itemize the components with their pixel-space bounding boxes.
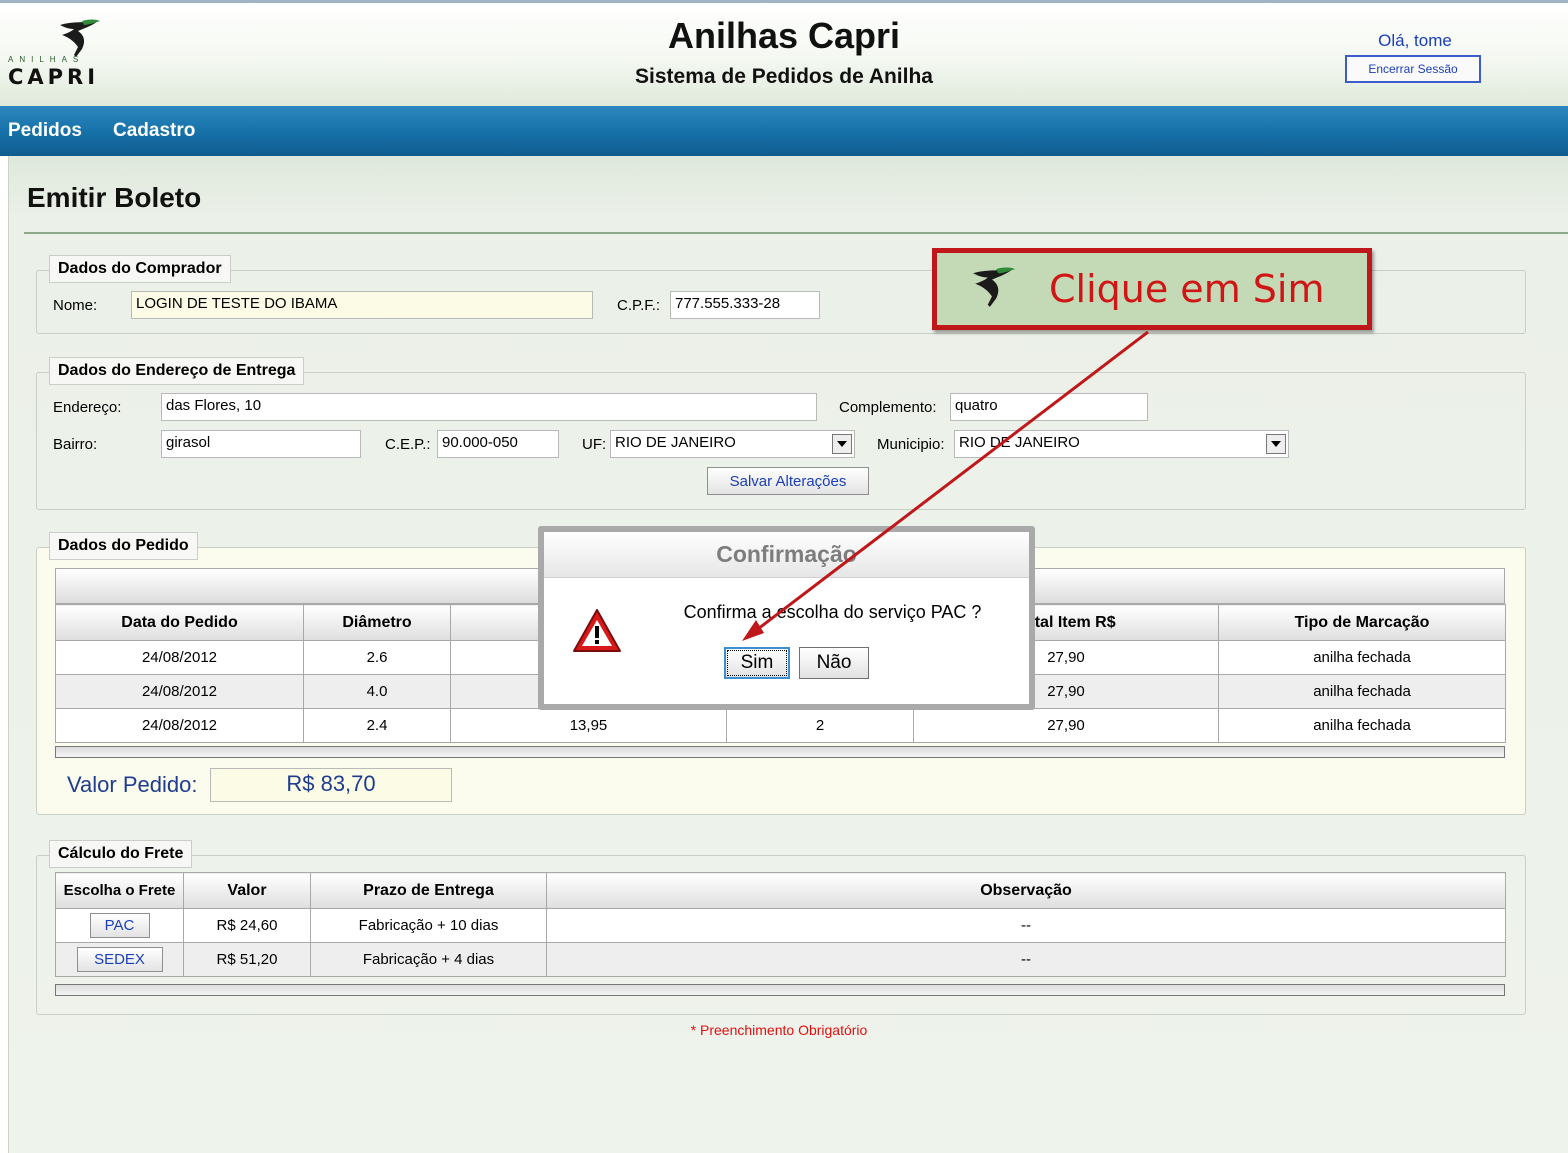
- callout-text: Clique em Sim: [1049, 267, 1325, 311]
- table-cell: anilha fechada: [1218, 640, 1506, 675]
- table-row: PAC R$ 24,60 Fabricação + 10 dias --: [55, 908, 1506, 943]
- app-header: ANILHAS CAPRI Anilhas Capri Sistema de P…: [0, 0, 1568, 106]
- table-cell: anilha fechada: [1218, 674, 1506, 709]
- column-header[interactable]: Tipo de Marcação: [1218, 604, 1506, 641]
- buyer-legend: Dados do Comprador: [49, 255, 231, 283]
- cep-field[interactable]: 90.000-050: [437, 430, 559, 458]
- street-label: Endereço:: [53, 399, 122, 416]
- confirm-dialog: Confirmação Confirma a escolha do serviç…: [538, 526, 1035, 710]
- table-cell: PAC: [55, 908, 184, 943]
- uf-label: UF:: [582, 436, 607, 453]
- table-cell: Fabricação + 4 dias: [310, 942, 547, 977]
- choose-sedex-button[interactable]: SEDEX: [76, 947, 163, 972]
- freight-table: Escolha o Frete Valor Prazo de Entrega O…: [55, 872, 1506, 977]
- name-label: Nome:: [53, 297, 98, 314]
- table-row: SEDEX R$ 51,20 Fabricação + 4 dias --: [55, 942, 1506, 977]
- table-cell: --: [546, 908, 1506, 943]
- cpf-field[interactable]: 777.555.333-28: [670, 291, 820, 319]
- district-label: Bairro:: [53, 436, 98, 453]
- choose-pac-button[interactable]: PAC: [89, 913, 150, 938]
- confirm-yes-button[interactable]: Sim: [724, 647, 790, 679]
- complement-label: Complemento:: [839, 399, 937, 416]
- instruction-callout: Clique em Sim: [932, 248, 1372, 330]
- order-total-label: Valor Pedido:: [67, 772, 198, 797]
- table-cell: 2.6: [303, 640, 451, 675]
- order-legend: Dados do Pedido: [49, 532, 198, 560]
- chevron-down-icon[interactable]: [832, 434, 852, 454]
- logout-button[interactable]: Encerrar Sessão: [1345, 55, 1481, 83]
- freight-grid-footer: [55, 984, 1505, 996]
- order-total-value: R$ 83,70: [210, 768, 452, 802]
- column-header[interactable]: Valor: [183, 872, 311, 909]
- freight-section: Cálculo do Frete Escolha o Frete Valor P…: [36, 840, 1526, 1015]
- column-header[interactable]: Escolha o Frete: [55, 872, 184, 909]
- table-cell: R$ 24,60: [183, 908, 311, 943]
- app-subtitle: Sistema de Pedidos de Anilha: [635, 65, 933, 88]
- cpf-label: C.P.F.:: [617, 297, 661, 314]
- city-select-value: RIO DE JANEIRO: [959, 434, 1080, 451]
- district-field[interactable]: girasol: [161, 430, 361, 458]
- dialog-message: Confirma a escolha do serviço PAC ?: [683, 602, 982, 622]
- title-divider: [24, 232, 1568, 234]
- city-select[interactable]: RIO DE JANEIRO: [954, 430, 1289, 458]
- address-legend: Dados do Endereço de Entrega: [49, 357, 305, 385]
- column-header[interactable]: Observação: [546, 872, 1506, 909]
- name-field[interactable]: LOGIN DE TESTE DO IBAMA: [131, 291, 593, 319]
- column-header[interactable]: Diâmetro: [303, 604, 451, 641]
- user-greeting: Olá, tome: [1378, 31, 1452, 50]
- address-section: Dados do Endereço de Entrega Endereço: d…: [36, 357, 1526, 510]
- nav-item-pedidos[interactable]: Pedidos: [8, 120, 82, 142]
- nav-item-cadastro[interactable]: Cadastro: [113, 120, 195, 142]
- chevron-down-icon[interactable]: [1266, 434, 1286, 454]
- table-cell: Fabricação + 10 dias: [310, 908, 547, 943]
- uf-select-value: RIO DE JANEIRO: [615, 434, 736, 451]
- required-fields-note: * Preenchimento Obrigatório: [690, 1022, 868, 1038]
- order-grid-footer: [55, 746, 1505, 758]
- city-label: Municipio:: [877, 436, 945, 453]
- column-header[interactable]: Prazo de Entrega: [310, 872, 547, 909]
- freight-table-header: Escolha o Frete Valor Prazo de Entrega O…: [55, 872, 1506, 909]
- cep-label: C.E.P.:: [385, 436, 431, 453]
- table-cell: 2: [726, 708, 914, 743]
- main-nav: Pedidos Cadastro: [0, 106, 1568, 156]
- column-header[interactable]: Data do Pedido: [55, 604, 304, 641]
- table-cell: 4.0: [303, 674, 451, 709]
- table-cell: 24/08/2012: [55, 640, 304, 675]
- table-cell: 13,95: [450, 708, 727, 743]
- table-cell: SEDEX: [55, 942, 184, 977]
- table-cell: 2.4: [303, 708, 451, 743]
- bird-logo-icon: [973, 267, 1016, 307]
- uf-select[interactable]: RIO DE JANEIRO: [610, 430, 855, 458]
- table-row: 24/08/2012 2.4 13,95 2 27,90 anilha fech…: [55, 708, 1506, 743]
- table-cell: anilha fechada: [1218, 708, 1506, 743]
- confirm-no-button[interactable]: Não: [799, 647, 869, 679]
- table-cell: 24/08/2012: [55, 708, 304, 743]
- page-title: Emitir Boleto: [27, 182, 202, 213]
- street-field[interactable]: das Flores, 10: [161, 393, 817, 421]
- app-title: Anilhas Capri: [667, 15, 901, 56]
- table-cell: 27,90: [913, 708, 1219, 743]
- save-changes-button[interactable]: Salvar Alterações: [707, 467, 869, 495]
- freight-legend: Cálculo do Frete: [49, 840, 193, 868]
- dialog-title: Confirmação: [544, 532, 1029, 578]
- table-cell: --: [546, 942, 1506, 977]
- table-cell: R$ 51,20: [183, 942, 311, 977]
- complement-field[interactable]: quatro: [950, 393, 1148, 421]
- table-cell: 24/08/2012: [55, 674, 304, 709]
